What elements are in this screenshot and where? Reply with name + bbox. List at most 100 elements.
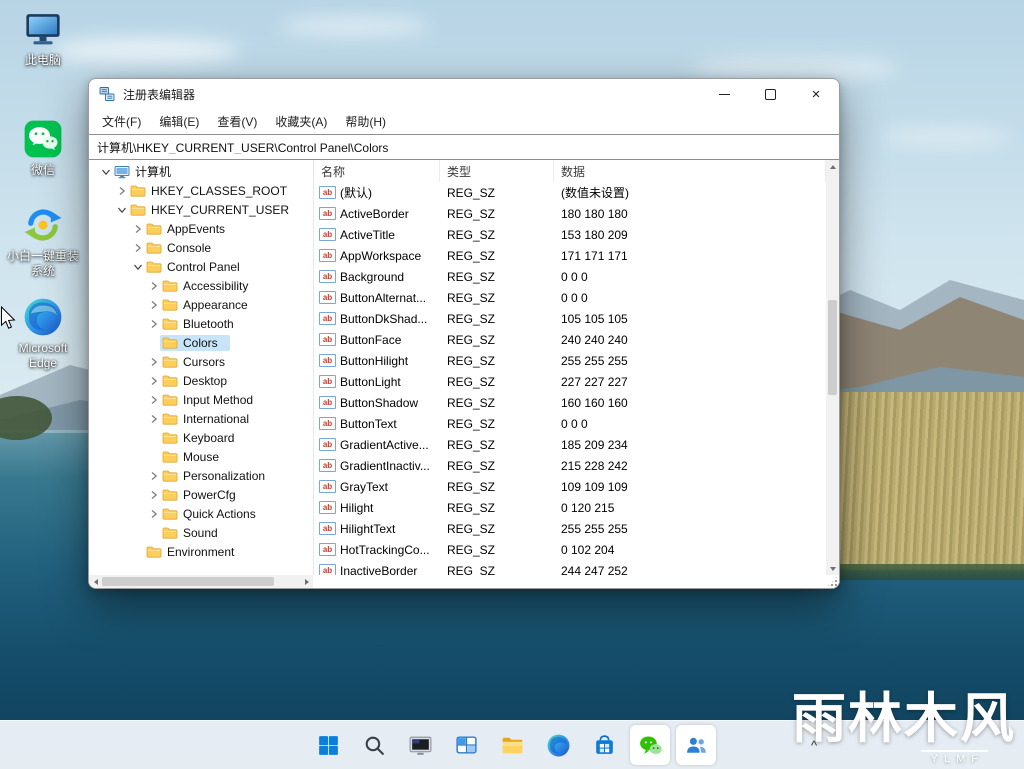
- chevron-icon[interactable]: [147, 300, 160, 310]
- desktop-icon-this-pc[interactable]: 此电脑: [5, 8, 81, 68]
- start-button[interactable]: [308, 725, 348, 765]
- scroll-down-arrow[interactable]: [826, 562, 839, 575]
- tree-item[interactable]: HKEY_CURRENT_USER: [89, 200, 313, 219]
- chevron-icon[interactable]: [147, 395, 160, 405]
- minimize-button[interactable]: [701, 79, 747, 109]
- menu-item[interactable]: 文件(F): [93, 113, 150, 130]
- scroll-left-arrow[interactable]: [89, 575, 102, 588]
- chevron-icon[interactable]: [115, 205, 128, 215]
- menu-item[interactable]: 编辑(E): [150, 113, 208, 130]
- chevron-icon[interactable]: [147, 433, 160, 443]
- chevron-icon[interactable]: [131, 547, 144, 557]
- tree-item[interactable]: Environment: [89, 542, 313, 561]
- desktop-icon-wechat[interactable]: 微信: [5, 118, 81, 178]
- registry-value-row[interactable]: ab ButtonText REG_SZ 0 0 0: [314, 413, 826, 434]
- search-button[interactable]: [354, 725, 394, 765]
- column-header-type[interactable]: 类型: [440, 160, 554, 182]
- registry-value-row[interactable]: ab InactiveBorder REG_SZ 244 247 252: [314, 560, 826, 575]
- chevron-icon[interactable]: [147, 414, 160, 424]
- chevron-icon[interactable]: [147, 452, 160, 462]
- chevron-icon[interactable]: [147, 357, 160, 367]
- column-header-name[interactable]: 名称: [314, 160, 440, 182]
- tree-item[interactable]: Desktop: [89, 371, 313, 390]
- registry-value-row[interactable]: ab Hilight REG_SZ 0 120 215: [314, 497, 826, 518]
- vertical-scrollbar-thumb[interactable]: [828, 300, 837, 395]
- tree-item[interactable]: Accessibility: [89, 276, 313, 295]
- chevron-icon[interactable]: [147, 281, 160, 291]
- task-view-button[interactable]: [446, 725, 486, 765]
- menu-item[interactable]: 收藏夹(A): [266, 113, 336, 130]
- show-hidden-icons-button[interactable]: ^: [802, 733, 826, 757]
- value-name: HotTrackingCo...: [340, 543, 430, 557]
- tree-item[interactable]: HKEY_CLASSES_ROOT: [89, 181, 313, 200]
- chevron-icon[interactable]: [131, 224, 144, 234]
- tree-item[interactable]: Appearance: [89, 295, 313, 314]
- tree-item[interactable]: Personalization: [89, 466, 313, 485]
- registry-value-row[interactable]: ab HotTrackingCo... REG_SZ 0 102 204: [314, 539, 826, 560]
- chevron-icon[interactable]: [99, 167, 112, 177]
- tree-item[interactable]: Keyboard: [89, 428, 313, 447]
- tree-item[interactable]: Sound: [89, 523, 313, 542]
- registry-value-row[interactable]: ab AppWorkspace REG_SZ 171 171 171: [314, 245, 826, 266]
- tree-item[interactable]: Quick Actions: [89, 504, 313, 523]
- file-explorer-button[interactable]: [492, 725, 532, 765]
- scroll-up-arrow[interactable]: [826, 160, 839, 173]
- chevron-icon[interactable]: [147, 509, 160, 519]
- tree-item[interactable]: Cursors: [89, 352, 313, 371]
- contacts-button[interactable]: [676, 725, 716, 765]
- registry-value-row[interactable]: ab HilightText REG_SZ 255 255 255: [314, 518, 826, 539]
- chevron-icon[interactable]: [147, 376, 160, 386]
- tree-item[interactable]: PowerCfg: [89, 485, 313, 504]
- wechat-button[interactable]: [630, 725, 670, 765]
- tree-item[interactable]: Mouse: [89, 447, 313, 466]
- registry-value-row[interactable]: ab ActiveBorder REG_SZ 180 180 180: [314, 203, 826, 224]
- scroll-right-arrow[interactable]: [300, 575, 313, 588]
- registry-value-row[interactable]: ab GrayText REG_SZ 109 109 109: [314, 476, 826, 497]
- address-input[interactable]: [89, 140, 839, 154]
- registry-value-row[interactable]: ab ButtonLight REG_SZ 227 227 227: [314, 371, 826, 392]
- registry-value-row[interactable]: ab Background REG_SZ 0 0 0: [314, 266, 826, 287]
- tree-item[interactable]: Control Panel: [89, 257, 313, 276]
- maximize-button[interactable]: [747, 79, 793, 109]
- horizontal-scrollbar-thumb[interactable]: [102, 577, 274, 586]
- registry-value-row[interactable]: ab ButtonShadow REG_SZ 160 160 160: [314, 392, 826, 413]
- chevron-icon[interactable]: [147, 319, 160, 329]
- title-bar[interactable]: 注册表编辑器 ×: [89, 79, 839, 109]
- menu-item[interactable]: 帮助(H): [336, 113, 395, 130]
- chevron-icon[interactable]: [147, 490, 160, 500]
- chevron-icon[interactable]: [147, 338, 160, 348]
- vertical-scrollbar[interactable]: [826, 160, 839, 575]
- registry-value-row[interactable]: ab GradientInactiv... REG_SZ 215 228 242: [314, 455, 826, 476]
- tree-item[interactable]: Input Method: [89, 390, 313, 409]
- value-data: 109 109 109: [554, 480, 826, 494]
- horizontal-scrollbar[interactable]: [89, 575, 313, 588]
- store-button[interactable]: [584, 725, 624, 765]
- tree-item[interactable]: AppEvents: [89, 219, 313, 238]
- desktop-icon-xiaobai[interactable]: 小白一键重装系统: [5, 204, 81, 279]
- tree-item[interactable]: Bluetooth: [89, 314, 313, 333]
- chevron-icon[interactable]: [147, 471, 160, 481]
- menu-item[interactable]: 查看(V): [208, 113, 266, 130]
- tree-item[interactable]: Colors: [89, 333, 313, 352]
- registry-value-row[interactable]: ab ButtonAlternat... REG_SZ 0 0 0: [314, 287, 826, 308]
- chevron-icon[interactable]: [131, 243, 144, 253]
- registry-value-row[interactable]: ab ButtonFace REG_SZ 240 240 240: [314, 329, 826, 350]
- column-header-data[interactable]: 数据: [554, 160, 826, 182]
- value-data: 244 247 252: [554, 564, 826, 576]
- tree-item[interactable]: Console: [89, 238, 313, 257]
- tree-item[interactable]: 计算机: [89, 162, 313, 181]
- registry-value-row[interactable]: ab (默认) REG_SZ (数值未设置): [314, 182, 826, 203]
- chevron-icon[interactable]: [147, 528, 160, 538]
- chevron-icon[interactable]: [115, 186, 128, 196]
- tree-item[interactable]: International: [89, 409, 313, 428]
- chevron-icon[interactable]: [131, 262, 144, 272]
- legacy-app-button[interactable]: [400, 725, 440, 765]
- edge-button[interactable]: [538, 725, 578, 765]
- resize-grip[interactable]: [826, 575, 839, 588]
- registry-value-row[interactable]: ab GradientActive... REG_SZ 185 209 234: [314, 434, 826, 455]
- close-button[interactable]: ×: [793, 79, 839, 109]
- registry-value-row[interactable]: ab ButtonDkShad... REG_SZ 105 105 105: [314, 308, 826, 329]
- registry-value-row[interactable]: ab ActiveTitle REG_SZ 153 180 209: [314, 224, 826, 245]
- registry-value-row[interactable]: ab ButtonHilight REG_SZ 255 255 255: [314, 350, 826, 371]
- window-title: 注册表编辑器: [123, 86, 195, 103]
